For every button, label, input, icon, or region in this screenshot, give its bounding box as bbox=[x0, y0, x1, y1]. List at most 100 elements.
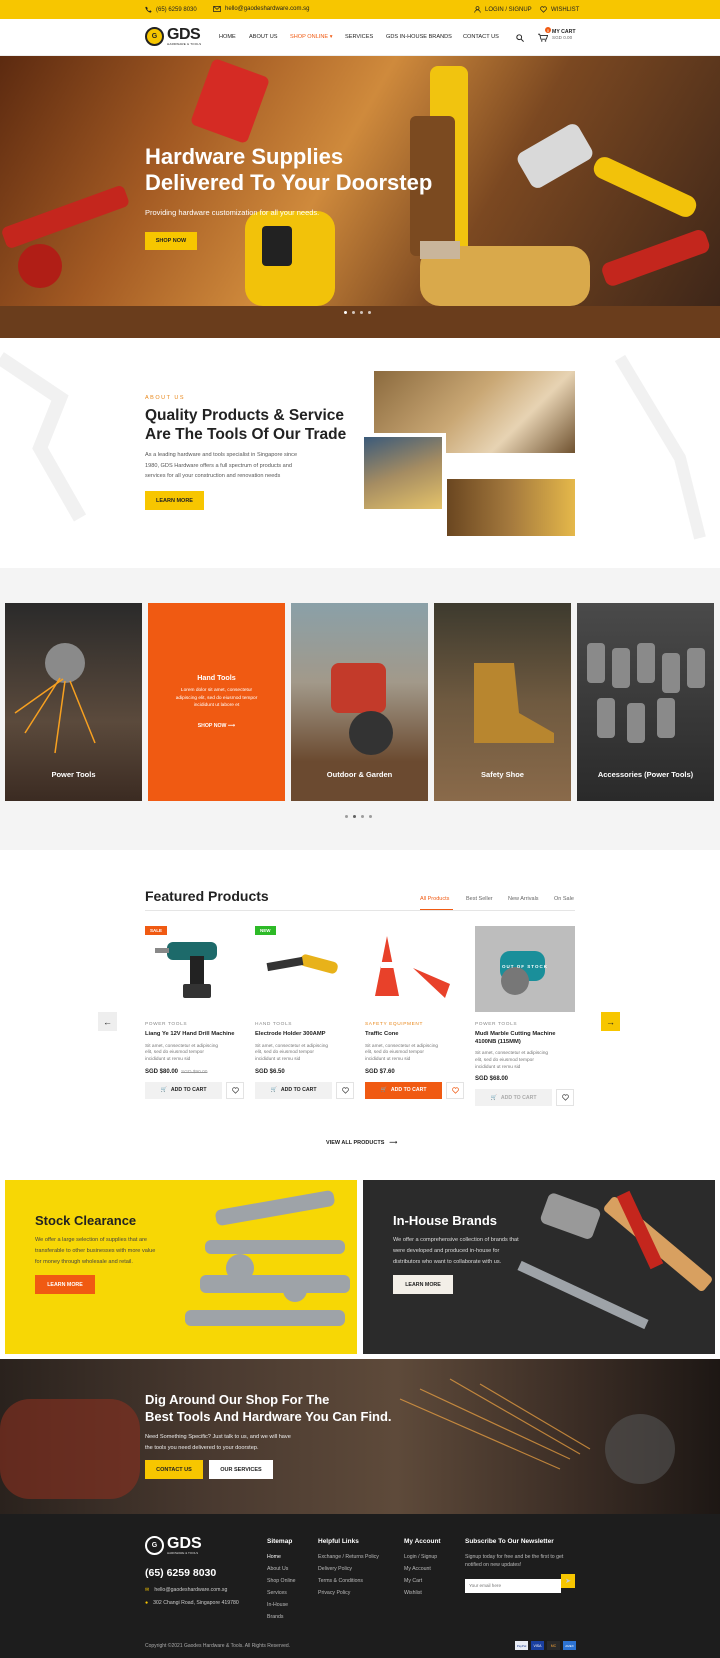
marble-cutter-image bbox=[500, 951, 545, 995]
hero-banner: Hardware Supplies Delivered To Your Doors… bbox=[0, 56, 720, 338]
footer-link[interactable]: Home bbox=[267, 1554, 296, 1560]
site-logo[interactable]: G GDS HARDWARE & TOOLS bbox=[145, 26, 201, 46]
carousel-next-button[interactable]: → bbox=[601, 1012, 620, 1031]
footer-link[interactable]: In-House bbox=[267, 1602, 296, 1608]
wishlist-button[interactable] bbox=[336, 1081, 354, 1099]
footer-link[interactable]: Login / Signup bbox=[404, 1554, 441, 1560]
product-name[interactable]: Electrode Holder 300AMP bbox=[255, 1031, 355, 1039]
slide-dot[interactable] bbox=[352, 311, 355, 314]
category-slider-dots[interactable] bbox=[345, 815, 372, 818]
featured-products-section: Featured Products All Products Best Sell… bbox=[0, 850, 720, 1180]
tab-new-arrivals[interactable]: New Arrivals bbox=[508, 896, 539, 902]
product-price: SGD $80.00 SGD $90.00 bbox=[145, 1069, 245, 1075]
product-price: SGD $6.50 bbox=[255, 1068, 285, 1075]
product-card[interactable]: OUT OF STOCK POWER TOOLS Mudi Marble Cut… bbox=[475, 926, 575, 1107]
category-card-power-tools[interactable]: Power Tools bbox=[5, 603, 142, 801]
wishlist-link[interactable]: WISHLIST bbox=[540, 6, 579, 13]
about-text: As a leading hardware and tools speciali… bbox=[145, 450, 297, 482]
nav-about[interactable]: ABOUT US bbox=[249, 34, 278, 40]
contact-us-button[interactable]: CONTACT US bbox=[145, 1460, 203, 1479]
topbar-email[interactable]: hello@gaodeshardware.com.sg bbox=[213, 6, 309, 12]
wishlist-button[interactable] bbox=[446, 1081, 464, 1099]
footer-link[interactable]: Brands bbox=[267, 1614, 296, 1620]
hero-title: Hardware Supplies Delivered To Your Doors… bbox=[145, 144, 485, 196]
footer-link[interactable]: Exchange / Returns Policy bbox=[318, 1554, 379, 1560]
add-to-cart-button[interactable]: 🛒 ADD TO CART bbox=[475, 1089, 552, 1107]
slide-dot[interactable] bbox=[368, 311, 371, 314]
product-name[interactable]: Mudi Marble Cutting Machine 4100NB (115MM… bbox=[475, 1031, 575, 1046]
footer-email[interactable]: ✉ hello@gaodeshardware.com.sg bbox=[145, 1587, 227, 1593]
wishlist-button[interactable] bbox=[556, 1089, 574, 1107]
category-card-hand-tools[interactable]: Hand Tools Lorem dolor sit amet, consect… bbox=[148, 603, 285, 801]
add-to-cart-button[interactable]: 🛒 ADD TO CART bbox=[365, 1081, 442, 1099]
footer-link[interactable]: My Cart bbox=[404, 1578, 441, 1584]
slide-dot[interactable] bbox=[361, 815, 364, 818]
footer-col-title: Sitemap bbox=[267, 1538, 293, 1545]
tab-on-sale[interactable]: On Sale bbox=[554, 896, 574, 902]
shop-now-button[interactable]: SHOP NOW bbox=[145, 232, 197, 250]
product-description: Sit amet, consectetur et adipiscing elit,… bbox=[475, 1051, 575, 1071]
footer-phone[interactable]: (65) 6259 8030 bbox=[145, 1567, 216, 1579]
add-to-cart-label: ADD TO CART bbox=[390, 1087, 427, 1094]
slide-dot[interactable] bbox=[344, 311, 347, 314]
visa-icon: VISA bbox=[531, 1641, 544, 1650]
topbar-phone[interactable]: (65) 6259 8030 bbox=[145, 6, 197, 13]
add-to-cart-button[interactable]: 🛒 ADD TO CART bbox=[145, 1081, 222, 1099]
hero-slider-dots[interactable] bbox=[344, 311, 371, 314]
category-shop-now-link[interactable]: SHOP NOW ⟶ bbox=[148, 723, 285, 729]
product-name[interactable]: Liang Ye 12V Hand Drill Machine bbox=[145, 1031, 245, 1039]
footer-my-account: My Account Login / Signup My Account My … bbox=[404, 1538, 441, 1602]
search-icon[interactable] bbox=[516, 34, 524, 42]
footer-link[interactable]: About Us bbox=[267, 1566, 296, 1572]
nav-shop-online[interactable]: SHOP ONLINE ▾ bbox=[290, 34, 333, 40]
product-desc-line: incididunt ut remu sid bbox=[365, 1057, 411, 1063]
add-to-cart-button[interactable]: 🛒 ADD TO CART bbox=[255, 1081, 332, 1099]
footer-link[interactable]: Privacy Policy bbox=[318, 1590, 379, 1596]
product-category: HAND TOOLS bbox=[255, 1022, 293, 1027]
sale-badge: SALE bbox=[145, 926, 168, 935]
footer-link[interactable]: Wishlist bbox=[404, 1590, 441, 1596]
carousel-prev-button[interactable]: ← bbox=[98, 1012, 117, 1031]
hero-tools-image bbox=[0, 59, 720, 338]
product-category: POWER TOOLS bbox=[145, 1022, 188, 1027]
login-link[interactable]: LOGIN / SIGNUP bbox=[474, 6, 532, 13]
cart-widget[interactable]: 0 MY CART SGD 0.00 bbox=[538, 27, 576, 47]
old-price: SGD $90.00 bbox=[181, 1069, 208, 1075]
nav-home[interactable]: HOME bbox=[219, 34, 236, 40]
slide-dot[interactable] bbox=[353, 815, 356, 818]
wishlist-button[interactable] bbox=[226, 1081, 244, 1099]
newsletter-submit-button[interactable]: ➤ bbox=[561, 1574, 575, 1588]
product-card[interactable]: NEW HAND TOOLS Electrode Holder 300AMP S… bbox=[255, 926, 355, 1099]
stock-clearance-learn-more-button[interactable]: LEARN MORE bbox=[35, 1275, 95, 1294]
product-card[interactable]: SALE POWER TOOLS Liang Ye 12V Hand Drill… bbox=[145, 926, 245, 1099]
newsletter-email-input[interactable] bbox=[465, 1578, 561, 1593]
footer-logo[interactable]: G GDS HARDWARE & TOOLS bbox=[145, 1535, 202, 1555]
footer-link[interactable]: My Account bbox=[404, 1566, 441, 1572]
out-of-stock-overlay: OUT OF STOCK bbox=[502, 964, 548, 969]
product-card[interactable]: SAFETY EQUIPMENT Traffic Cone Sit amet, … bbox=[365, 926, 465, 1099]
in-house-learn-more-button[interactable]: LEARN MORE bbox=[393, 1275, 453, 1294]
our-services-button[interactable]: OUR SERVICES bbox=[209, 1460, 273, 1479]
footer-link[interactable]: Shop Online bbox=[267, 1578, 296, 1584]
slide-dot[interactable] bbox=[360, 311, 363, 314]
promo-title: In-House Brands bbox=[393, 1213, 498, 1228]
tab-all-products[interactable]: All Products bbox=[420, 896, 449, 902]
about-learn-more-button[interactable]: LEARN MORE bbox=[145, 491, 204, 510]
nav-brands[interactable]: GDS IN-HOUSE BRANDS bbox=[386, 34, 452, 40]
slide-dot[interactable] bbox=[345, 815, 348, 818]
category-card-accessories[interactable]: Accessories (Power Tools) bbox=[577, 603, 714, 801]
category-card-outdoor-garden[interactable]: Outdoor & Garden bbox=[291, 603, 428, 801]
nav-services[interactable]: SERVICES bbox=[345, 34, 373, 40]
footer-link[interactable]: Terms & Conditions bbox=[318, 1578, 379, 1584]
view-all-products-link[interactable]: VIEW ALL PRODUCTS ⟶ bbox=[326, 1140, 397, 1146]
category-label: Hand Tools bbox=[197, 673, 236, 682]
category-card-safety-shoe[interactable]: Safety Shoe bbox=[434, 603, 571, 801]
about-text-line: 1980, GDS Hardware offers a full spectru… bbox=[145, 462, 292, 469]
slide-dot[interactable] bbox=[369, 815, 372, 818]
product-price: SGD $68.00 bbox=[475, 1076, 509, 1083]
tab-best-seller[interactable]: Best Seller bbox=[466, 896, 493, 902]
footer-link[interactable]: Delivery Policy bbox=[318, 1566, 379, 1572]
nav-contact[interactable]: CONTACT US bbox=[463, 34, 499, 40]
product-name[interactable]: Traffic Cone bbox=[365, 1031, 465, 1039]
footer-link[interactable]: Services bbox=[267, 1590, 296, 1596]
